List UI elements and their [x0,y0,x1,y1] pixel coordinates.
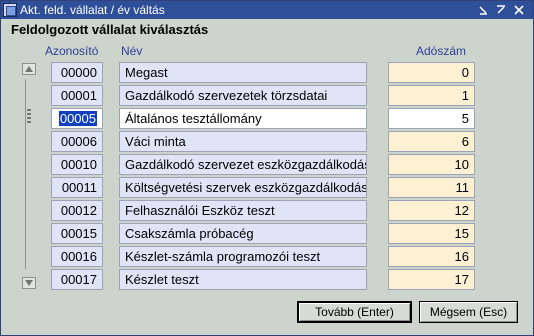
company-name-field[interactable]: Csakszámla próbacég [119,223,367,244]
tax-number-field[interactable]: 15 [388,223,475,244]
company-name-field[interactable]: Váci minta [119,131,367,152]
company-id-field[interactable]: 00016 [51,246,103,267]
dialog-window: Akt. feld. vállalat / év váltás Feldolgo… [0,0,534,336]
table-row[interactable]: 00016 Készlet-számla programozói teszt 16 [1,246,534,267]
company-name-field[interactable]: Gazdálkodó szervezetek törzsdatai [119,85,367,106]
table-row[interactable]: 00011 Költségvetési szervek eszközgazdálk… [1,177,534,198]
tax-number-field[interactable]: 0 [388,62,475,83]
table-row[interactable]: 00001 Gazdálkodó szervezetek törzsdatai 1 [1,85,534,106]
section-title: Feldolgozott vállalat kiválasztás [11,22,209,37]
restore-icon[interactable] [495,4,507,16]
table-row[interactable]: 00010 Gazdálkodó szervezet eszközgazdálko… [1,154,534,175]
tax-number-field[interactable]: 6 [388,131,475,152]
tax-number-field[interactable]: 16 [388,246,475,267]
company-id-field[interactable]: 00005 [51,108,103,129]
company-id-field[interactable]: 00001 [51,85,103,106]
company-id-field[interactable]: 00006 [51,131,103,152]
cancel-button[interactable]: Mégsem (Esc) [419,301,518,323]
next-button[interactable]: Tovább (Enter) [297,301,412,323]
company-id-field[interactable]: 00000 [51,62,103,83]
table-row[interactable]: 00006 Váci minta 6 [1,131,534,152]
column-header-name: Név [121,44,143,58]
table-row[interactable]: 00012 Felhasználói Eszköz teszt 12 [1,200,534,221]
tax-number-field[interactable]: 12 [388,200,475,221]
company-id-field[interactable]: 00012 [51,200,103,221]
company-id-field[interactable]: 00011 [51,177,103,198]
table-row[interactable]: 00005 Általános tesztállomány 5 [1,108,534,129]
company-id-field[interactable]: 00010 [51,154,103,175]
company-name-field[interactable]: Általános tesztállomány [119,108,367,129]
company-name-field[interactable]: Készlet teszt [119,269,367,290]
app-icon [3,3,17,17]
tax-number-field[interactable]: 17 [388,269,475,290]
table-row[interactable]: 00017 Készlet teszt 17 [1,269,534,290]
column-header-id: Azonosító [45,44,99,58]
tax-number-field[interactable]: 10 [388,154,475,175]
company-id-field[interactable]: 00017 [51,269,103,290]
company-name-field[interactable]: Megast [119,62,367,83]
close-icon[interactable] [513,4,525,16]
table-row[interactable]: 00000 Megast 0 [1,62,534,83]
window-title: Akt. feld. vállalat / év váltás [20,3,165,17]
title-bar[interactable]: Akt. feld. vállalat / év váltás [1,1,533,19]
company-name-field[interactable]: Gazdálkodó szervezet eszközgazdálkodás [119,154,367,175]
company-name-field[interactable]: Felhasználói Eszköz teszt [119,200,367,221]
tax-number-field[interactable]: 1 [388,85,475,106]
company-id-field[interactable]: 00015 [51,223,103,244]
tax-number-field[interactable]: 5 [388,108,475,129]
company-name-field[interactable]: Készlet-számla programozói teszt [119,246,367,267]
minimize-icon[interactable] [477,4,489,16]
table-row[interactable]: 00015 Csakszámla próbacég 15 [1,223,534,244]
column-header-tax-number: Adószám [416,44,467,58]
tax-number-field[interactable]: 11 [388,177,475,198]
company-name-field[interactable]: Költségvetési szervek eszközgazdálkodás [119,177,367,198]
